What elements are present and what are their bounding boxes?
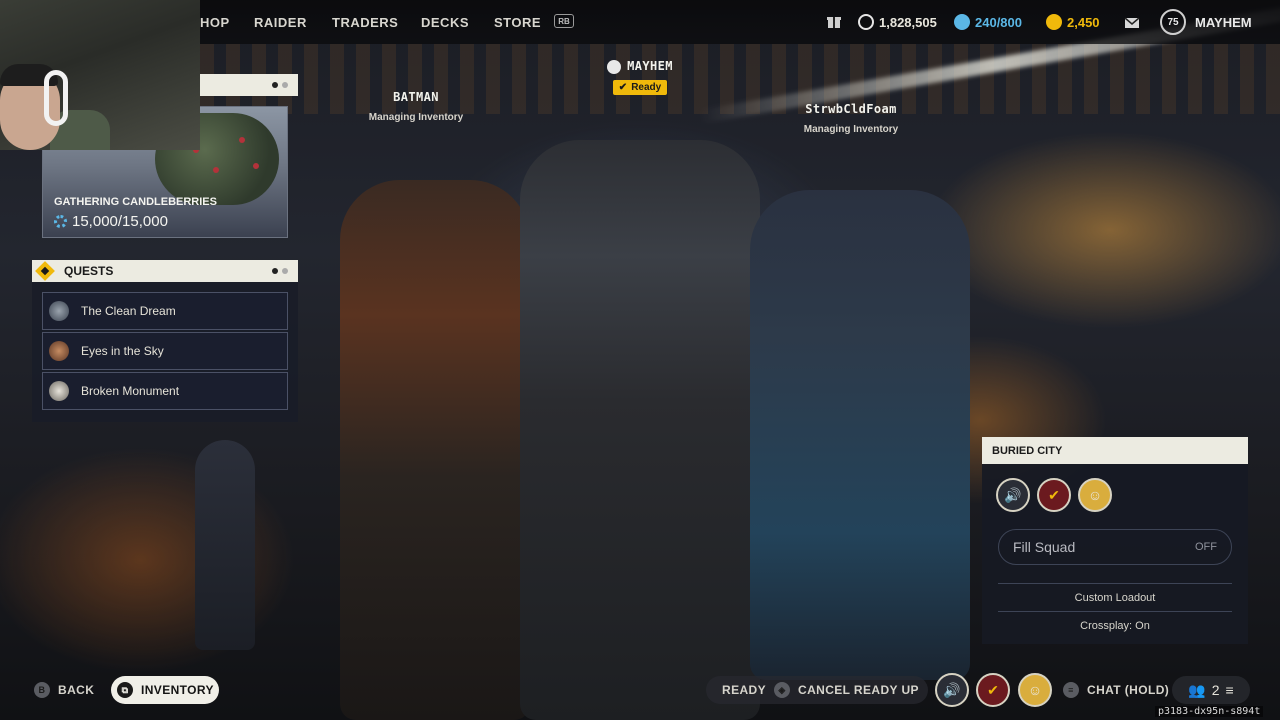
ready-check-icon[interactable]: ✔ — [1037, 478, 1071, 512]
coins-icon — [1046, 14, 1062, 30]
credits-display: 1,828,505 — [858, 0, 937, 44]
page-dots[interactable] — [272, 82, 288, 88]
voice-chat-icon[interactable]: 🔊 — [996, 478, 1030, 512]
quest-label: Eyes in the Sky — [81, 344, 164, 358]
back-button[interactable]: B BACK — [34, 676, 94, 704]
lobby-settings-panel: BURIED CITY 🔊 ✔ ☺ Fill Squad OFF Custom … — [982, 437, 1248, 644]
quest-diamond-icon — [35, 261, 55, 281]
voice-chat-icon[interactable]: 🔊 — [935, 673, 969, 707]
player-status: Managing Inventory — [368, 112, 464, 123]
ready-check-icon[interactable]: ✔ — [976, 673, 1010, 707]
crossplay-toggle[interactable]: Crossplay: On — [998, 611, 1232, 639]
back-label: BACK — [58, 683, 95, 697]
y-button-icon: ◈ — [774, 682, 791, 698]
mail-icon[interactable] — [1124, 0, 1140, 44]
quests-header[interactable]: QUESTS — [32, 260, 298, 282]
b-button-icon: B — [34, 682, 50, 698]
check-icon: ✔ — [618, 81, 628, 93]
player-avatar-icon[interactable]: ☺ — [1078, 478, 1112, 512]
quest-item[interactable]: Broken Monument — [42, 372, 288, 410]
streamer-webcam — [0, 0, 200, 150]
view-button-icon: ⧉ — [117, 682, 133, 698]
player-avatar-icon[interactable]: ☺ — [1018, 673, 1052, 707]
player-label-mayhem: MAYHEM ✔ Ready — [580, 59, 700, 95]
menu-icon: ≡ — [1225, 682, 1234, 698]
ready-label[interactable]: READY — [722, 683, 766, 697]
inventory-label: INVENTORY — [141, 683, 214, 697]
crown-icon — [607, 59, 622, 74]
event-title: GATHERING CANDLEBERRIES — [54, 196, 217, 208]
coins-value: 2,450 — [1067, 14, 1100, 30]
chat-button[interactable]: ≡ CHAT (HOLD) — [1063, 676, 1169, 704]
character-mayhem — [520, 140, 760, 720]
nav-raider[interactable]: RAIDER — [254, 15, 307, 30]
event-progress: 15,000/15,000 — [54, 213, 168, 230]
quest-item[interactable]: The Clean Dream — [42, 292, 288, 330]
ready-badge: ✔ Ready — [612, 79, 668, 95]
fill-squad-label: Fill Squad — [1013, 539, 1076, 555]
player-label-strwbcldfoam: StrwbCldFoam Managing Inventory — [786, 102, 916, 135]
inventory-button[interactable]: ⧉ INVENTORY — [111, 676, 219, 704]
player-status: Managing Inventory — [803, 124, 899, 135]
gear-icon — [54, 215, 67, 228]
username-label[interactable]: MAYHEM — [1195, 0, 1252, 44]
fill-squad-value: OFF — [1195, 541, 1217, 553]
chat-label: CHAT (HOLD) — [1087, 683, 1170, 697]
credits-icon — [858, 14, 874, 30]
character-batman — [340, 180, 530, 720]
users-icon: 👥 — [1188, 681, 1206, 698]
quest-label: The Clean Dream — [81, 304, 176, 318]
nav-decks[interactable]: DECKS — [421, 15, 469, 30]
nav-shop[interactable]: HOP — [200, 15, 230, 30]
cancel-ready-button[interactable]: CANCEL READY UP — [798, 683, 919, 697]
map-name[interactable]: BURIED CITY — [982, 437, 1248, 464]
background-character — [195, 440, 255, 650]
quest-label: Broken Monument — [81, 384, 180, 398]
nav-store[interactable]: STORE — [494, 15, 541, 30]
squad-count-value: 2 — [1211, 682, 1220, 698]
player-name: StrwbCldFoam — [805, 102, 897, 116]
tokens-value: 240/800 — [975, 14, 1022, 30]
coins-display: 2,450 — [1046, 0, 1100, 44]
player-name: MAYHEM — [627, 59, 673, 73]
session-id: p3183-dx95n-s894t — [1155, 706, 1264, 717]
squad-count[interactable]: 👥 2 ≡ — [1172, 676, 1250, 704]
nav-traders[interactable]: TRADERS — [332, 15, 398, 30]
event-progress-value: 15,000/15,000 — [72, 213, 168, 230]
player-name: BATMAN — [393, 90, 439, 104]
headphones-icon — [44, 70, 68, 126]
ready-controls: READY ◈ CANCEL READY UP — [706, 676, 928, 704]
quest-portrait-icon — [49, 341, 69, 361]
tokens-icon — [954, 14, 970, 30]
mystery-box-icon[interactable] — [826, 0, 842, 44]
tokens-display: 240/800 — [954, 0, 1022, 44]
quests-title: QUESTS — [64, 264, 114, 278]
player-status: Ready — [631, 81, 662, 93]
quest-portrait-icon — [49, 381, 69, 401]
credits-value: 1,828,505 — [879, 14, 937, 30]
player-level-badge[interactable]: 75 — [1160, 9, 1186, 35]
quests-page-dots[interactable] — [272, 268, 288, 274]
player-label-batman: BATMAN Managing Inventory — [356, 90, 476, 123]
rb-button-hint: RB — [554, 14, 574, 28]
quest-portrait-icon — [49, 301, 69, 321]
custom-loadout-button[interactable]: Custom Loadout — [998, 583, 1232, 611]
quests-list: The Clean Dream Eyes in the Sky Broken M… — [32, 282, 298, 422]
character-strwbcldfoam — [750, 190, 970, 680]
menu-button-icon: ≡ — [1063, 682, 1079, 698]
quest-item[interactable]: Eyes in the Sky — [42, 332, 288, 370]
fill-squad-toggle[interactable]: Fill Squad OFF — [998, 529, 1232, 565]
